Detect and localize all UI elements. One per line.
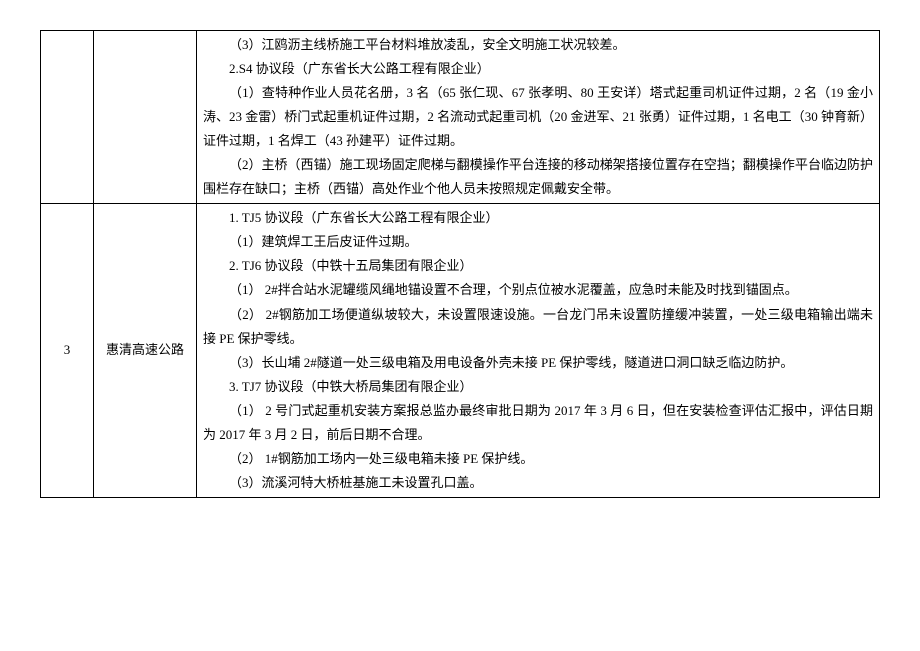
finding-line: （1） 2#拌合站水泥罐缆风绳地锚设置不合理，个别点位被水泥覆盖，应急时未能及时…	[203, 278, 873, 302]
finding-line: 1. TJ5 协议段（广东省长大公路工程有限企业）	[203, 206, 873, 230]
project-name: 惠清高速公路	[94, 204, 197, 498]
finding-line: 2. TJ6 协议段（中铁十五局集团有限企业）	[203, 254, 873, 278]
findings-table: （3）江鸥沥主线桥施工平台材料堆放凌乱，安全文明施工状况较差。2.S4 协议段（…	[40, 30, 880, 498]
finding-line: 3. TJ7 协议段（中铁大桥局集团有限企业）	[203, 375, 873, 399]
finding-line: （2） 2#钢筋加工场便道纵坡较大，未设置限速设施。一台龙门吊未设置防撞缓冲装置…	[203, 303, 873, 351]
finding-line: （1）查特种作业人员花名册，3 名（65 张仁现、67 张孝明、80 王安详）塔…	[203, 81, 873, 153]
finding-line: （1）建筑焊工王后皮证件过期。	[203, 230, 873, 254]
row-index: 3	[41, 204, 94, 498]
row-index	[41, 31, 94, 204]
table-row: 3惠清高速公路1. TJ5 协议段（广东省长大公路工程有限企业）（1）建筑焊工王…	[41, 204, 880, 498]
finding-line: 2.S4 协议段（广东省长大公路工程有限企业）	[203, 57, 873, 81]
finding-line: （1） 2 号门式起重机安装方案报总监办最终审批日期为 2017 年 3 月 6…	[203, 399, 873, 447]
findings-cell: 1. TJ5 协议段（广东省长大公路工程有限企业）（1）建筑焊工王后皮证件过期。…	[197, 204, 880, 498]
table-row: （3）江鸥沥主线桥施工平台材料堆放凌乱，安全文明施工状况较差。2.S4 协议段（…	[41, 31, 880, 204]
document-page: （3）江鸥沥主线桥施工平台材料堆放凌乱，安全文明施工状况较差。2.S4 协议段（…	[0, 0, 920, 651]
finding-line: （3）长山埔 2#隧道一处三级电箱及用电设备外壳未接 PE 保护零线，隧道进口洞…	[203, 351, 873, 375]
finding-line: （3）流溪河特大桥桩基施工未设置孔口盖。	[203, 471, 873, 495]
findings-cell: （3）江鸥沥主线桥施工平台材料堆放凌乱，安全文明施工状况较差。2.S4 协议段（…	[197, 31, 880, 204]
project-name	[94, 31, 197, 204]
finding-line: （2）主桥（西锚）施工现场固定爬梯与翻模操作平台连接的移动梯架搭接位置存在空挡；…	[203, 153, 873, 201]
finding-line: （2） 1#钢筋加工场内一处三级电箱未接 PE 保护线。	[203, 447, 873, 471]
finding-line: （3）江鸥沥主线桥施工平台材料堆放凌乱，安全文明施工状况较差。	[203, 33, 873, 57]
